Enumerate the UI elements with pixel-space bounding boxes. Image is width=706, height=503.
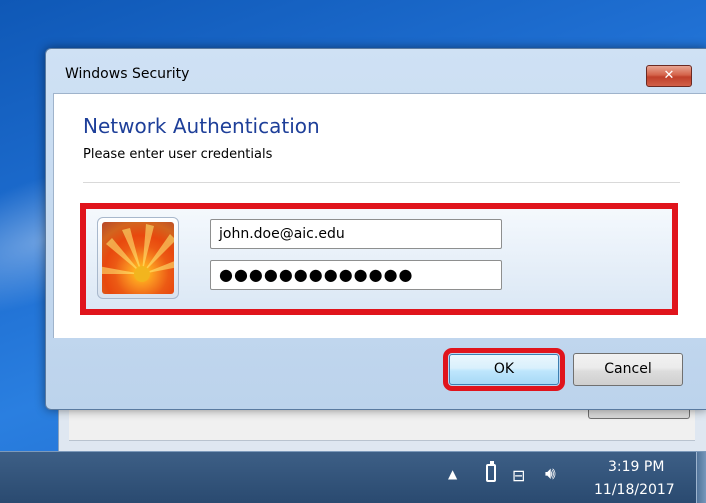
window-title: Windows Security <box>65 66 190 82</box>
button-bar: OK Cancel <box>46 337 706 409</box>
dialog-heading: Network Authentication <box>83 114 320 138</box>
clock-time[interactable]: 3:19 PM <box>608 459 664 475</box>
clock-date[interactable]: 11/18/2017 <box>594 482 675 498</box>
windows-security-dialog: Windows Security ✕ Network Authenticatio… <box>45 48 706 410</box>
volume-icon[interactable]: 🔊︎ <box>545 464 556 484</box>
ok-button[interactable]: OK <box>443 348 565 391</box>
cancel-button[interactable]: Cancel <box>573 353 683 386</box>
user-tile <box>97 217 179 299</box>
close-icon: ✕ <box>663 68 675 83</box>
credential-tile-panel: john.doe@aic.edu ●●●●●●●●●●●●● <box>80 203 678 315</box>
title-bar[interactable]: Windows Security ✕ <box>46 49 706 93</box>
show-hidden-icons-arrow-icon[interactable]: ▲ <box>448 467 457 481</box>
show-desktop-button[interactable] <box>696 452 706 503</box>
taskbar: ▲ ⊟ 🔊︎ 3:19 PM 11/18/2017 <box>0 451 706 503</box>
user-avatar-flower-icon <box>102 222 174 294</box>
dialog-subheading: Please enter user credentials <box>83 147 273 162</box>
username-field[interactable]: john.doe@aic.edu <box>210 219 502 249</box>
battery-icon[interactable] <box>486 461 496 482</box>
dialog-content: Network Authentication Please enter user… <box>53 93 706 338</box>
password-field[interactable]: ●●●●●●●●●●●●● <box>210 260 502 290</box>
close-button[interactable]: ✕ <box>646 65 692 87</box>
network-icon[interactable]: ⊟ <box>512 466 525 485</box>
divider <box>83 182 680 183</box>
